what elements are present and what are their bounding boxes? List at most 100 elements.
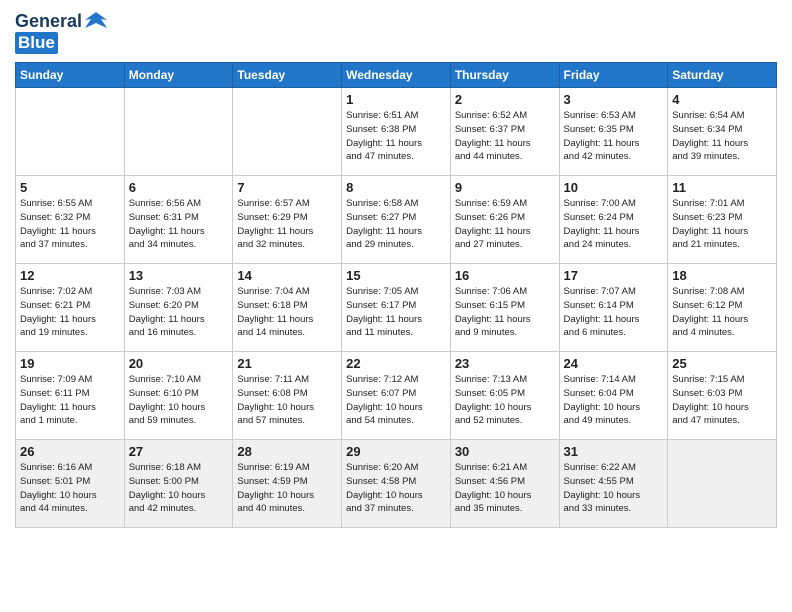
calendar-cell: 2Sunrise: 6:52 AM Sunset: 6:37 PM Daylig… xyxy=(450,88,559,176)
day-number: 19 xyxy=(20,356,120,371)
calendar-week-row: 12Sunrise: 7:02 AM Sunset: 6:21 PM Dayli… xyxy=(16,264,777,352)
day-number: 30 xyxy=(455,444,555,459)
day-number: 3 xyxy=(564,92,664,107)
day-detail: Sunrise: 7:08 AM Sunset: 6:12 PM Dayligh… xyxy=(672,285,772,340)
calendar-week-row: 26 Sunrise: 6:16 AM Sunset: 5:01 PM Dayli… xyxy=(16,440,777,528)
calendar-week-row: 1 Sunrise: 6:51 AM Sunset: 6:38 PM Daylig… xyxy=(16,88,777,176)
day-number: 22 xyxy=(346,356,446,371)
calendar-cell: 1 Sunrise: 6:51 AM Sunset: 6:38 PM Daylig… xyxy=(342,88,451,176)
day-detail: Sunrise: 7:04 AM Sunset: 6:18 PM Dayligh… xyxy=(237,285,337,340)
calendar-cell: 19 Sunrise: 7:09 AM Sunset: 6:11 PM Dayli… xyxy=(16,352,125,440)
day-number: 25 xyxy=(672,356,772,371)
weekday-header: Tuesday xyxy=(233,63,342,88)
day-detail: Sunrise: 6:59 AM Sunset: 6:26 PM Dayligh… xyxy=(455,197,555,252)
calendar: SundayMondayTuesdayWednesdayThursdayFrid… xyxy=(15,62,777,528)
weekday-header: Saturday xyxy=(668,63,777,88)
day-detail: Sunrise: 7:11 AM Sunset: 6:08 PM Dayligh… xyxy=(237,373,337,428)
day-number: 28 xyxy=(237,444,337,459)
calendar-cell: 17Sunrise: 7:07 AM Sunset: 6:14 PM Dayli… xyxy=(559,264,668,352)
day-detail: Sunrise: 6:56 AM Sunset: 6:31 PM Dayligh… xyxy=(129,197,229,252)
calendar-cell: 8 Sunrise: 6:58 AM Sunset: 6:27 PM Daylig… xyxy=(342,176,451,264)
day-number: 1 xyxy=(346,92,446,107)
calendar-cell xyxy=(668,440,777,528)
calendar-cell: 13 Sunrise: 7:03 AM Sunset: 6:20 PM Dayli… xyxy=(124,264,233,352)
day-detail: Sunrise: 7:05 AM Sunset: 6:17 PM Dayligh… xyxy=(346,285,446,340)
day-detail: Sunrise: 6:20 AM Sunset: 4:58 PM Dayligh… xyxy=(346,461,446,516)
logo: General Blue xyxy=(15,10,107,54)
day-number: 29 xyxy=(346,444,446,459)
weekday-header: Thursday xyxy=(450,63,559,88)
calendar-cell: 22 Sunrise: 7:12 AM Sunset: 6:07 PM Dayli… xyxy=(342,352,451,440)
calendar-cell: 31 Sunrise: 6:22 AM Sunset: 4:55 PM Dayli… xyxy=(559,440,668,528)
day-number: 24 xyxy=(564,356,664,371)
calendar-cell: 5 Sunrise: 6:55 AM Sunset: 6:32 PM Daylig… xyxy=(16,176,125,264)
day-number: 4 xyxy=(672,92,772,107)
calendar-cell: 25Sunrise: 7:15 AM Sunset: 6:03 PM Dayli… xyxy=(668,352,777,440)
calendar-cell: 4 Sunrise: 6:54 AM Sunset: 6:34 PM Daylig… xyxy=(668,88,777,176)
day-detail: Sunrise: 7:10 AM Sunset: 6:10 PM Dayligh… xyxy=(129,373,229,428)
day-detail: Sunrise: 6:16 AM Sunset: 5:01 PM Dayligh… xyxy=(20,461,120,516)
calendar-cell xyxy=(233,88,342,176)
day-number: 15 xyxy=(346,268,446,283)
logo-general: General xyxy=(15,11,82,32)
calendar-cell: 28 Sunrise: 6:19 AM Sunset: 4:59 PM Dayli… xyxy=(233,440,342,528)
day-number: 23 xyxy=(455,356,555,371)
day-detail: Sunrise: 7:07 AM Sunset: 6:14 PM Dayligh… xyxy=(564,285,664,340)
day-detail: Sunrise: 7:12 AM Sunset: 6:07 PM Dayligh… xyxy=(346,373,446,428)
weekday-header: Friday xyxy=(559,63,668,88)
calendar-cell: 23 Sunrise: 7:13 AM Sunset: 6:05 PM Dayli… xyxy=(450,352,559,440)
day-detail: Sunrise: 7:03 AM Sunset: 6:20 PM Dayligh… xyxy=(129,285,229,340)
day-number: 26 xyxy=(20,444,120,459)
day-number: 21 xyxy=(237,356,337,371)
calendar-cell: 15 Sunrise: 7:05 AM Sunset: 6:17 PM Dayli… xyxy=(342,264,451,352)
calendar-cell: 18 Sunrise: 7:08 AM Sunset: 6:12 PM Dayli… xyxy=(668,264,777,352)
day-detail: Sunrise: 6:21 AM Sunset: 4:56 PM Dayligh… xyxy=(455,461,555,516)
calendar-cell xyxy=(124,88,233,176)
day-detail: Sunrise: 6:51 AM Sunset: 6:38 PM Dayligh… xyxy=(346,109,446,164)
day-number: 27 xyxy=(129,444,229,459)
day-detail: Sunrise: 6:19 AM Sunset: 4:59 PM Dayligh… xyxy=(237,461,337,516)
day-number: 6 xyxy=(129,180,229,195)
day-detail: Sunrise: 7:13 AM Sunset: 6:05 PM Dayligh… xyxy=(455,373,555,428)
page: General Blue SundayMondayTuesdayWednesda… xyxy=(0,0,792,543)
day-detail: Sunrise: 6:18 AM Sunset: 5:00 PM Dayligh… xyxy=(129,461,229,516)
calendar-cell: 11 Sunrise: 7:01 AM Sunset: 6:23 PM Dayli… xyxy=(668,176,777,264)
day-number: 14 xyxy=(237,268,337,283)
logo-blue: Blue xyxy=(15,32,58,54)
day-number: 16 xyxy=(455,268,555,283)
weekday-header: Sunday xyxy=(16,63,125,88)
day-detail: Sunrise: 7:09 AM Sunset: 6:11 PM Dayligh… xyxy=(20,373,120,428)
day-detail: Sunrise: 6:58 AM Sunset: 6:27 PM Dayligh… xyxy=(346,197,446,252)
logo-bird-icon xyxy=(85,10,107,32)
calendar-cell: 3Sunrise: 6:53 AM Sunset: 6:35 PM Daylig… xyxy=(559,88,668,176)
calendar-cell: 12Sunrise: 7:02 AM Sunset: 6:21 PM Dayli… xyxy=(16,264,125,352)
day-number: 8 xyxy=(346,180,446,195)
header: General Blue xyxy=(15,10,777,54)
calendar-cell: 30 Sunrise: 6:21 AM Sunset: 4:56 PM Dayli… xyxy=(450,440,559,528)
day-number: 7 xyxy=(237,180,337,195)
day-number: 9 xyxy=(455,180,555,195)
calendar-cell xyxy=(16,88,125,176)
day-number: 5 xyxy=(20,180,120,195)
day-number: 11 xyxy=(672,180,772,195)
day-detail: Sunrise: 6:52 AM Sunset: 6:37 PM Dayligh… xyxy=(455,109,555,164)
calendar-week-row: 19 Sunrise: 7:09 AM Sunset: 6:11 PM Dayli… xyxy=(16,352,777,440)
calendar-cell: 9 Sunrise: 6:59 AM Sunset: 6:26 PM Daylig… xyxy=(450,176,559,264)
calendar-cell: 14 Sunrise: 7:04 AM Sunset: 6:18 PM Dayli… xyxy=(233,264,342,352)
day-number: 31 xyxy=(564,444,664,459)
weekday-header: Monday xyxy=(124,63,233,88)
day-detail: Sunrise: 7:01 AM Sunset: 6:23 PM Dayligh… xyxy=(672,197,772,252)
weekday-header: Wednesday xyxy=(342,63,451,88)
day-detail: Sunrise: 6:54 AM Sunset: 6:34 PM Dayligh… xyxy=(672,109,772,164)
calendar-cell: 7Sunrise: 6:57 AM Sunset: 6:29 PM Daylig… xyxy=(233,176,342,264)
calendar-cell: 29 Sunrise: 6:20 AM Sunset: 4:58 PM Dayli… xyxy=(342,440,451,528)
day-detail: Sunrise: 6:22 AM Sunset: 4:55 PM Dayligh… xyxy=(564,461,664,516)
day-number: 18 xyxy=(672,268,772,283)
calendar-cell: 24Sunrise: 7:14 AM Sunset: 6:04 PM Dayli… xyxy=(559,352,668,440)
day-detail: Sunrise: 6:55 AM Sunset: 6:32 PM Dayligh… xyxy=(20,197,120,252)
calendar-header-row: SundayMondayTuesdayWednesdayThursdayFrid… xyxy=(16,63,777,88)
calendar-cell: 20Sunrise: 7:10 AM Sunset: 6:10 PM Dayli… xyxy=(124,352,233,440)
calendar-cell: 10Sunrise: 7:00 AM Sunset: 6:24 PM Dayli… xyxy=(559,176,668,264)
day-detail: Sunrise: 7:00 AM Sunset: 6:24 PM Dayligh… xyxy=(564,197,664,252)
day-number: 13 xyxy=(129,268,229,283)
